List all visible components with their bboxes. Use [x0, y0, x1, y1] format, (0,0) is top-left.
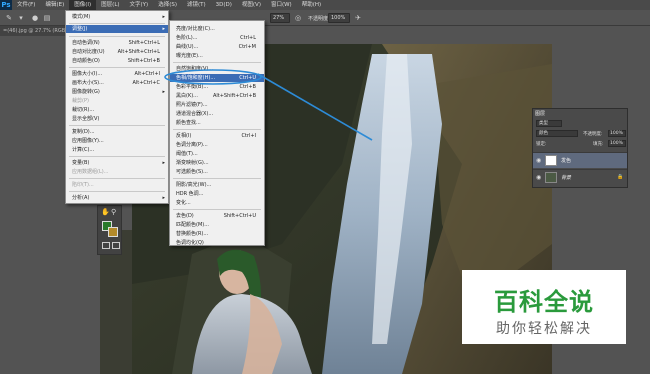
layer-row-background[interactable]: ◉ 背景 🔒	[533, 169, 627, 185]
lock-label: 锁定:	[536, 142, 547, 147]
watermark-title: 百科全说	[494, 288, 594, 316]
photoshop-window: Ps 文件(F) 编辑(E) 图像(I) 图层(L) 文字(Y) 选择(S) 滤…	[0, 0, 650, 374]
blend-mode-select[interactable]: 颜色	[536, 130, 578, 137]
layer-fill-field[interactable]: 100%	[608, 140, 626, 147]
eye-icon[interactable]: ◉	[536, 174, 541, 181]
layers-panel: 图层 类型 颜色 不透明度: 100% 锁定: 填充: 100% ◉ 发色 ◉ …	[532, 108, 628, 188]
layer-name: 发色	[561, 158, 572, 164]
fill-label: 填充:	[593, 142, 604, 147]
kind-filter[interactable]: 类型	[536, 120, 562, 127]
layer-row-hair-color[interactable]: ◉ 发色	[533, 152, 627, 168]
watermark-subtitle: 助你轻松解决	[496, 321, 592, 337]
watermark-logo: 百科全说 助你轻松解决	[462, 270, 626, 344]
layers-tab[interactable]: 图层	[535, 110, 545, 118]
pointer-line	[257, 73, 373, 141]
layer-opacity-field[interactable]: 100%	[608, 130, 626, 137]
lock-icon: 🔒	[617, 174, 624, 180]
layer-name: 背景	[561, 175, 572, 181]
layer-thumbnail	[545, 155, 557, 166]
layer-opacity-label: 不透明度:	[583, 132, 603, 137]
layer-thumbnail	[545, 172, 557, 183]
highlight-ring	[164, 69, 262, 85]
eye-icon[interactable]: ◉	[536, 157, 541, 164]
